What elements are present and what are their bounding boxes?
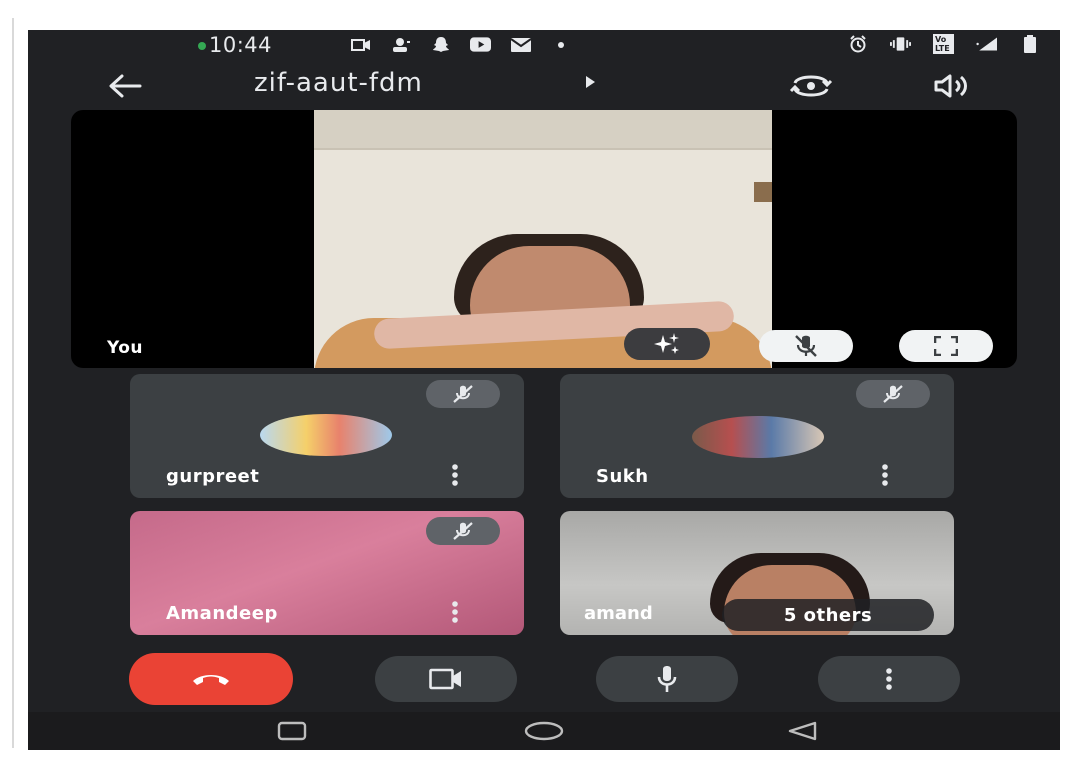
participant-muted-badge — [426, 517, 500, 545]
square-icon — [277, 721, 307, 741]
alarm-icon — [847, 34, 868, 52]
fullscreen-button[interactable] — [899, 330, 993, 362]
vibrate-icon — [890, 35, 911, 52]
signal-icon — [976, 35, 997, 52]
participant-tile-amandeep[interactable]: Amandeep — [130, 511, 524, 635]
meet-call-screen: 10:44 Vo LTE zif-aaut-fdm You gurpreet S… — [28, 30, 1060, 750]
participant-avatar — [692, 416, 824, 458]
volte-icon: Vo LTE — [933, 33, 954, 54]
more-dot-icon — [550, 36, 571, 53]
self-video-feed — [314, 110, 772, 368]
self-video-tile[interactable]: You — [71, 110, 1017, 368]
participant-muted-badge — [426, 380, 500, 408]
back-nav-button[interactable] — [780, 718, 824, 744]
youtube-icon — [470, 36, 491, 53]
page-border — [12, 18, 14, 748]
participant-muted-badge — [856, 380, 930, 408]
participant-tile-sukh[interactable]: Sukh — [560, 374, 954, 498]
participant-tile-gurpreet[interactable]: gurpreet — [130, 374, 524, 498]
triangle-left-icon — [788, 721, 817, 741]
participant-menu-button[interactable] — [440, 595, 470, 629]
status-time: 10:44 — [209, 33, 273, 57]
circle-icon — [524, 721, 564, 741]
back-button[interactable] — [100, 66, 150, 106]
more-vert-icon — [452, 601, 458, 623]
battery-icon — [1019, 34, 1040, 53]
sparkle-icon — [654, 333, 679, 354]
phone-hangup-icon — [193, 675, 229, 685]
meeting-code-title[interactable]: zif-aaut-fdm — [254, 68, 423, 98]
camera-toggle-button[interactable] — [375, 656, 517, 702]
participant-menu-button[interactable] — [440, 458, 470, 492]
android-nav-bar — [28, 712, 1060, 750]
mic-off-icon — [795, 335, 817, 357]
speaker-icon — [934, 74, 967, 98]
self-mute-button[interactable] — [759, 330, 853, 362]
more-options-button[interactable] — [818, 656, 960, 702]
caret-right-icon[interactable] — [586, 76, 595, 88]
call-header: zif-aaut-fdm — [28, 64, 1060, 108]
video-cam-icon — [350, 36, 371, 53]
arrow-left-icon — [109, 74, 142, 98]
mic-off-icon — [883, 385, 903, 403]
participant-name: Sukh — [596, 466, 649, 487]
video-camera-icon — [429, 668, 461, 690]
others-count-chip[interactable]: 5 others — [722, 599, 934, 631]
participant-menu-button[interactable] — [870, 458, 900, 492]
video-background-line — [314, 148, 772, 150]
mic-active-dot — [198, 42, 206, 50]
recents-button[interactable] — [270, 718, 314, 744]
participant-avatar — [260, 414, 392, 456]
mail-icon — [510, 36, 531, 53]
home-button[interactable] — [522, 718, 566, 744]
effects-button[interactable] — [624, 328, 710, 360]
more-vert-icon — [882, 464, 888, 486]
mic-toggle-button[interactable] — [596, 656, 738, 702]
video-background — [314, 110, 772, 148]
end-call-button[interactable] — [129, 653, 293, 705]
video-background-frame — [754, 182, 772, 202]
participant-name: amand — [584, 603, 653, 624]
switch-camera-button[interactable] — [781, 66, 841, 106]
status-bar: 10:44 Vo LTE — [28, 30, 1060, 62]
participant-name: Amandeep — [166, 603, 278, 624]
more-vert-icon — [886, 668, 892, 690]
more-vert-icon — [452, 464, 458, 486]
speaker-button[interactable] — [921, 66, 981, 106]
microphone-icon — [657, 666, 677, 692]
mic-off-icon — [453, 385, 473, 403]
fullscreen-icon — [934, 336, 958, 356]
mic-off-icon — [453, 522, 473, 540]
contacts-icon — [390, 36, 411, 53]
self-name-label: You — [107, 338, 144, 358]
participant-name: gurpreet — [166, 466, 260, 487]
snapchat-icon — [430, 36, 451, 53]
switch-camera-icon — [789, 75, 833, 97]
participant-tile-amand[interactable]: amand 5 others — [560, 511, 954, 635]
